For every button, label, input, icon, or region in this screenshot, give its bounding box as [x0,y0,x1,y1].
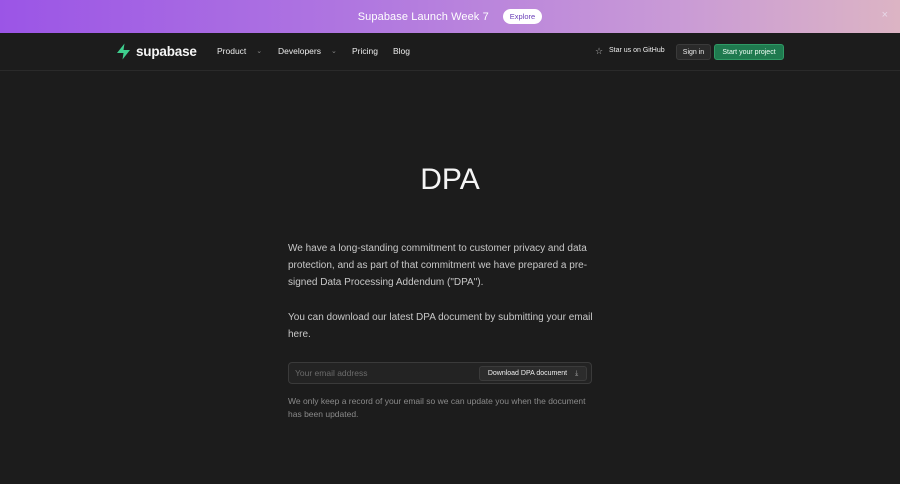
star-icon[interactable]: ☆ [595,46,603,57]
chevron-down-icon: ⌄ [256,48,263,55]
launch-banner: Supabase Launch Week 7 Explore × [0,0,900,33]
nav-item-label: Product [217,46,247,56]
download-icon: ⤓ [575,369,579,377]
email-input[interactable] [295,366,475,380]
nav-item-label: Pricing [352,46,378,56]
nav-item-product[interactable]: Product ⌄ [217,46,262,56]
brand-logo[interactable]: supabase [116,43,197,60]
banner-text: Supabase Launch Week 7 [357,10,489,23]
explore-button[interactable]: Explore [502,9,543,24]
download-paragraph: You can download our latest DPA document… [288,312,593,340]
nav-item-developers[interactable]: Developers ⌄ [278,46,337,56]
nav-item-blog[interactable]: Blog [393,46,410,56]
github-link[interactable]: Star us on GitHub [609,47,665,54]
chevron-down-icon: ⌄ [331,48,337,55]
top-nav: supabase Product ⌄ Developers ⌄ Pricing … [0,33,900,71]
start-project-button[interactable]: Start your project [714,44,784,60]
download-button-label: Download DPA document [487,370,568,377]
nav-item-label: Developers [278,46,321,56]
download-dpa-button[interactable]: Download DPA document ⤓ [479,366,587,381]
email-form: Download DPA document ⤓ [288,362,592,384]
intro-paragraph: We have a long-standing commitment to cu… [288,243,588,288]
email-note: We only keep a record of your email so w… [288,396,586,419]
supabase-logo-icon [117,43,130,60]
sign-in-button[interactable]: Sign in [676,44,711,60]
brand-name: supabase [136,44,197,59]
nav-item-pricing[interactable]: Pricing [352,46,378,56]
page-title: DPA [420,163,480,196]
close-icon[interactable]: × [882,10,888,21]
nav-item-label: Blog [393,46,411,56]
